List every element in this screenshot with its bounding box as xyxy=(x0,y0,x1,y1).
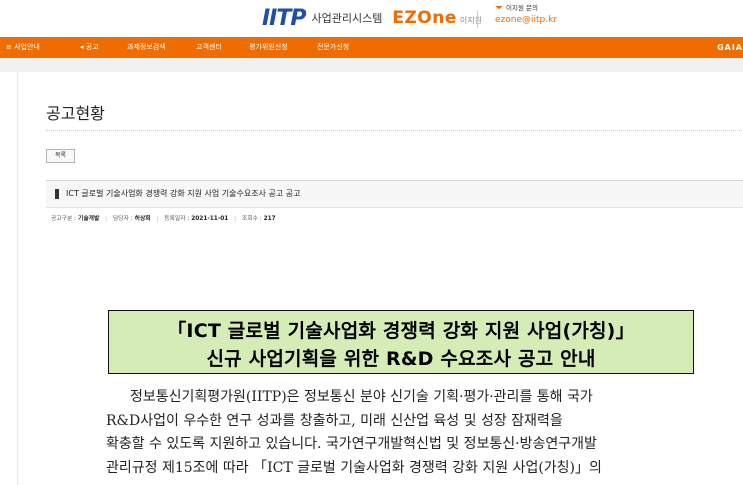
ezone-subtitle: 이지원 xyxy=(459,15,482,25)
nav-item-notice[interactable]: ◂ 공고 xyxy=(80,37,99,58)
nav-item-search[interactable]: 과제정보검색 xyxy=(127,37,166,58)
top-gray-band xyxy=(0,58,743,72)
nav-item-evaluator[interactable]: 평가위원신청 xyxy=(249,37,288,58)
body-line: 관리규정 제15조에 따라 「ICT 글로벌 기술사업화 경쟁력 강화 지원 사… xyxy=(106,459,602,476)
title-divider xyxy=(46,130,743,131)
mail-icon xyxy=(495,5,503,10)
post-title: ICT 글로벌 기술사업화 경쟁력 강화 지원 사업 기술수요조사 공고 공고 xyxy=(66,189,301,198)
contact-info: 이지원 문의 ezone@iitp.kr xyxy=(495,5,557,25)
meta-views-value: 217 xyxy=(263,216,276,222)
contact-email[interactable]: ezone@iitp.kr xyxy=(495,15,557,25)
meta-manager-value: 허상희 xyxy=(134,216,151,222)
post-meta: 공고구분 : 기술개발 | 담당자 : 허상희 | 등록일자 : 2021-11… xyxy=(51,216,276,222)
main-content: 공고현황 목록 ICT 글로벌 기술사업화 경쟁력 강화 지원 사업 기술수요조… xyxy=(17,72,743,485)
site-header: IITP 사업관리시스템 EZOne 이지원 이지원 문의 ezone@iitp… xyxy=(0,0,743,37)
nav-item-business[interactable]: ≡ 사업안내 xyxy=(6,37,40,58)
announcement-title-box: 「ICT 글로벌 기술사업화 경쟁력 강화 지원 사업(가칭)」 신규 사업기획… xyxy=(108,310,694,374)
meta-date-value: 2021-11-01 xyxy=(191,216,229,222)
post-header: ICT 글로벌 기술사업화 경쟁력 강화 지원 사업 기술수요조사 공고 공고 xyxy=(46,180,743,208)
body-line: R&D사업이 우수한 연구 성과를 창출하고, 미래 신산업 육성 및 성장 잠… xyxy=(106,412,563,429)
main-nav: ≡ 사업안내 ◂ 공고 과제정보검색 고객센터 평가위원신청 전문가신청 GAI… xyxy=(0,37,743,58)
iitp-logo[interactable]: IITP xyxy=(262,6,307,31)
contact-label: 이지원 문의 xyxy=(506,4,538,12)
title-marker-icon xyxy=(55,189,59,199)
meta-date-label: 등록일자 : xyxy=(164,216,190,222)
meta-manager-label: 담당자 : xyxy=(112,216,133,222)
meta-views-label: 조회수 : xyxy=(241,216,262,222)
announcement-line-1: 「ICT 글로벌 기술사업화 경쟁력 강화 지원 사업(가칭)」 xyxy=(167,320,635,342)
meta-category-label: 공고구분 : xyxy=(51,216,77,222)
menu-icon: ≡ xyxy=(6,43,15,51)
announcement-body: 정보통신기획평가원(IITP)은 정보통신 분야 신기술 기획·평가·관리를 통… xyxy=(106,386,706,480)
nav-item-expert[interactable]: 전문가신청 xyxy=(317,37,349,58)
gaia-brand[interactable]: GAIA xyxy=(717,37,743,58)
system-name: 사업관리시스템 xyxy=(311,12,383,25)
logo-group[interactable]: IITP 사업관리시스템 EZOne 이지원 xyxy=(262,6,482,31)
body-line: 확충할 수 있도록 지원하고 있습니다. 국가연구개발혁신법 및 정보통신·방송… xyxy=(106,436,597,452)
nav-item-support[interactable]: 고객센터 xyxy=(196,37,222,58)
announcement-line-2: 신규 사업기획을 위한 R&D 수요조사 공고 안내 xyxy=(206,348,596,370)
list-button[interactable]: 목록 xyxy=(46,149,75,163)
meta-category-value: 기술개발 xyxy=(77,216,100,222)
ezone-logo[interactable]: EZOne xyxy=(392,8,457,28)
page-title: 공고현황 xyxy=(46,104,105,123)
body-line: 정보통신기획평가원(IITP)은 정보통신 분야 신기술 기획·평가·관리를 통… xyxy=(130,389,593,405)
header-divider xyxy=(477,10,478,28)
